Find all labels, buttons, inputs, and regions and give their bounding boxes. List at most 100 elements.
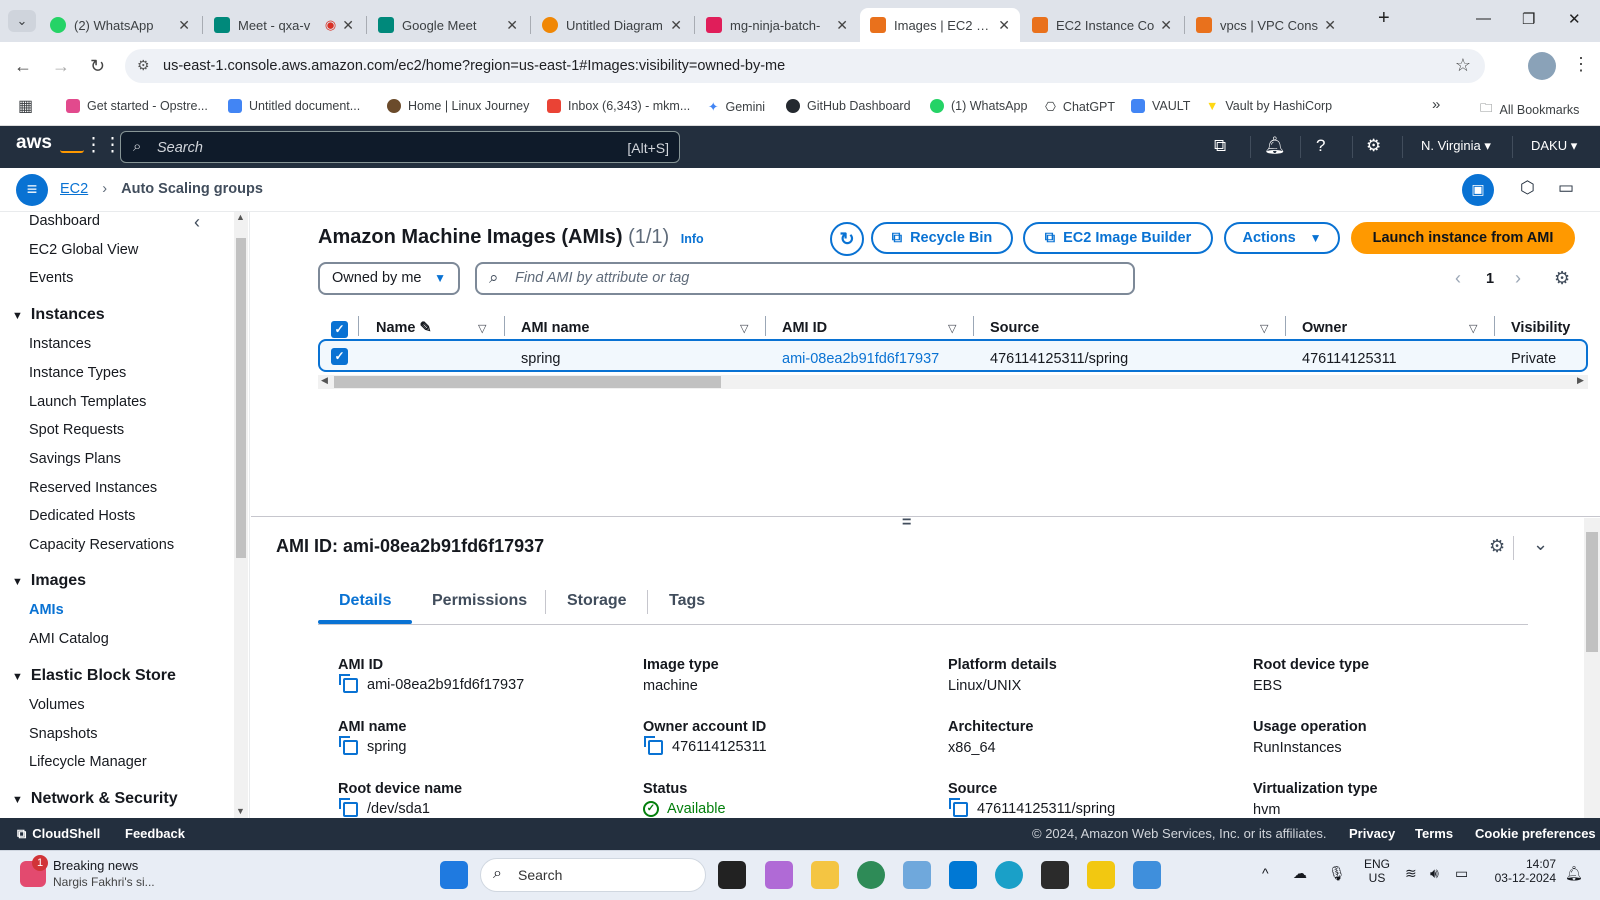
notification-bell-icon[interactable]: 🔔︎	[1565, 865, 1583, 882]
sidebar-item-launch-templates[interactable]: Launch Templates	[29, 394, 146, 410]
bookmark-star-icon[interactable]: ☆	[1455, 55, 1471, 76]
detail-settings-gear-icon[interactable]: ⚙	[1489, 536, 1505, 557]
sidebar-item-lifecycle-manager[interactable]: Lifecycle Manager	[29, 754, 147, 770]
aws-search-input[interactable]: ⌕ Search [Alt+S]	[120, 131, 680, 163]
breadcrumb-ec2[interactable]: EC2	[60, 181, 88, 197]
copilot-icon[interactable]	[765, 861, 793, 889]
close-window-button[interactable]: ✕	[1568, 10, 1581, 28]
profile-avatar[interactable]	[1528, 52, 1556, 80]
refresh-button[interactable]: ↻	[830, 222, 864, 256]
bookmark-item[interactable]: Home | Linux Journey	[387, 99, 529, 113]
browser-tab-vpcs[interactable]: vpcs | VPC Cons ✕	[1186, 8, 1346, 42]
sidebar-item-events[interactable]: Events	[29, 270, 73, 286]
scroll-left-arrow[interactable]: ◀	[321, 375, 328, 386]
cloudshell-link[interactable]: ⧉ CloudShell	[17, 826, 100, 842]
aws-logo[interactable]: aws	[16, 132, 52, 154]
copy-icon[interactable]	[644, 735, 663, 755]
copy-icon[interactable]	[339, 673, 358, 693]
image-builder-button[interactable]: ⧉ EC2 Image Builder	[1023, 222, 1213, 254]
vscode-icon[interactable]	[949, 861, 977, 889]
sidebar-item-instance-types[interactable]: Instance Types	[29, 365, 126, 381]
copy-icon[interactable]	[339, 735, 358, 755]
battery-icon[interactable]: ▭	[1455, 865, 1468, 882]
panel-toggle-icon[interactable]: ▣	[1462, 174, 1494, 206]
file-explorer-icon[interactable]	[811, 861, 839, 889]
account-menu[interactable]: DAKU ▾	[1531, 138, 1577, 154]
menu-hamburger-icon[interactable]: ≡	[16, 174, 48, 206]
sidebar-section-images[interactable]: ▼ Images	[12, 572, 86, 590]
scroll-up-arrow[interactable]: ▲	[236, 212, 245, 222]
sticky-notes-icon[interactable]	[1087, 861, 1115, 889]
tab-tags[interactable]: Tags	[669, 592, 705, 610]
launch-instance-button[interactable]: Launch instance from AMI	[1351, 222, 1575, 254]
notifications-bell-icon[interactable]: 🔔︎	[1264, 136, 1286, 156]
clock[interactable]: 14:07 03-12-2024	[1490, 857, 1556, 885]
sort-caret-icon[interactable]: ▽	[478, 322, 486, 335]
taskbar-search[interactable]: ⌕ Search	[480, 858, 706, 892]
edge-icon[interactable]	[995, 861, 1023, 889]
sidebar-item-savings-plans[interactable]: Savings Plans	[29, 451, 121, 467]
bookmark-item[interactable]: ▼ Vault by HashiCorp	[1206, 99, 1332, 113]
close-icon[interactable]: ✕	[1324, 17, 1336, 34]
column-header-ami-id[interactable]: AMI ID	[782, 320, 827, 336]
task-view-icon[interactable]	[718, 861, 746, 889]
sidebar-item-snapshots[interactable]: Snapshots	[29, 726, 98, 742]
back-arrow-icon[interactable]: ←	[14, 56, 32, 77]
bookmark-item[interactable]: ✦ Gemini	[708, 99, 765, 115]
snipping-tool-icon[interactable]	[903, 861, 931, 889]
sidebar-item-instances[interactable]: Instances	[29, 336, 91, 352]
photos-icon[interactable]	[1133, 861, 1161, 889]
browser-tab-slack[interactable]: mg-ninja-batch- ✕	[696, 8, 858, 42]
sidebar-item-spot-requests[interactable]: Spot Requests	[29, 422, 124, 438]
resize-handle-icon[interactable]: =	[902, 514, 911, 532]
url-field[interactable]: ⚙ us-east-1.console.aws.amazon.com/ec2/h…	[125, 49, 1485, 83]
detail-scrollbar-thumb[interactable]	[1586, 532, 1598, 652]
info-link[interactable]: Info	[681, 232, 704, 246]
close-icon[interactable]: ✕	[1160, 17, 1172, 34]
browser-tab-diagram[interactable]: Untitled Diagram ✕	[532, 8, 692, 42]
bookmark-item[interactable]: (1) WhatsApp	[930, 99, 1027, 113]
volume-icon[interactable]: 🔊︎	[1430, 865, 1439, 882]
bookmark-item[interactable]: VAULT	[1131, 99, 1190, 113]
tab-storage[interactable]: Storage	[567, 592, 627, 610]
next-page-icon[interactable]: ›	[1515, 268, 1521, 289]
onedrive-icon[interactable]: ☁	[1293, 865, 1307, 882]
column-header-owner[interactable]: Owner	[1302, 320, 1347, 336]
tab-permissions[interactable]: Permissions	[432, 592, 527, 610]
sidebar-item-reserved-instances[interactable]: Reserved Instances	[29, 480, 157, 496]
collapse-panel-chevron-icon[interactable]: ⌄	[1533, 534, 1548, 555]
scroll-right-arrow[interactable]: ▶	[1577, 375, 1584, 386]
help-icon[interactable]: ?	[1316, 136, 1325, 156]
collapse-sidebar-icon[interactable]: ‹	[194, 212, 200, 233]
sort-caret-icon[interactable]: ▽	[740, 322, 748, 335]
cloudshell-icon[interactable]: ⧉	[1214, 136, 1226, 156]
display-icon[interactable]: ▭	[1558, 178, 1574, 198]
windows-start-icon[interactable]	[440, 861, 468, 889]
sidebar-item-dedicated-hosts[interactable]: Dedicated Hosts	[29, 508, 135, 524]
wifi-icon[interactable]: ≋	[1405, 865, 1417, 882]
cell-ami-id-link[interactable]: ami-08ea2b91fd6f17937	[782, 351, 939, 367]
recycle-bin-button[interactable]: ⧉ Recycle Bin	[871, 222, 1013, 254]
tab-search-button[interactable]: ⌄	[8, 10, 36, 32]
bookmark-item[interactable]: Untitled document...	[228, 99, 360, 113]
table-settings-gear-icon[interactable]: ⚙	[1554, 268, 1570, 289]
chrome-icon[interactable]	[857, 861, 885, 889]
forward-arrow-icon[interactable]: →	[52, 56, 70, 77]
sidebar-item-capacity-reservations[interactable]: Capacity Reservations	[29, 537, 174, 553]
bookmark-item[interactable]: Inbox (6,343) - mkm...	[547, 99, 690, 113]
apps-grid-icon[interactable]: ▦	[18, 96, 33, 116]
sidebar-scrollbar-thumb[interactable]	[236, 238, 246, 558]
close-icon[interactable]: ✕	[506, 17, 518, 34]
settings-gear-icon[interactable]: ⚙	[1366, 136, 1381, 156]
close-icon[interactable]: ✕	[836, 17, 848, 34]
tab-details[interactable]: Details	[339, 592, 391, 610]
tray-chevron-up-icon[interactable]: ^	[1262, 865, 1269, 881]
browser-tab-meet[interactable]: Meet - qxa-v ◉ ✕	[204, 8, 364, 42]
sidebar-item-dashboard[interactable]: Dashboard	[29, 213, 100, 229]
close-icon[interactable]: ✕	[998, 17, 1010, 34]
close-icon[interactable]: ✕	[178, 17, 190, 34]
bookmark-item[interactable]: GitHub Dashboard	[786, 99, 911, 113]
sort-caret-icon[interactable]: ▽	[1260, 322, 1268, 335]
terms-link[interactable]: Terms	[1415, 826, 1453, 841]
close-icon[interactable]: ✕	[670, 17, 682, 34]
